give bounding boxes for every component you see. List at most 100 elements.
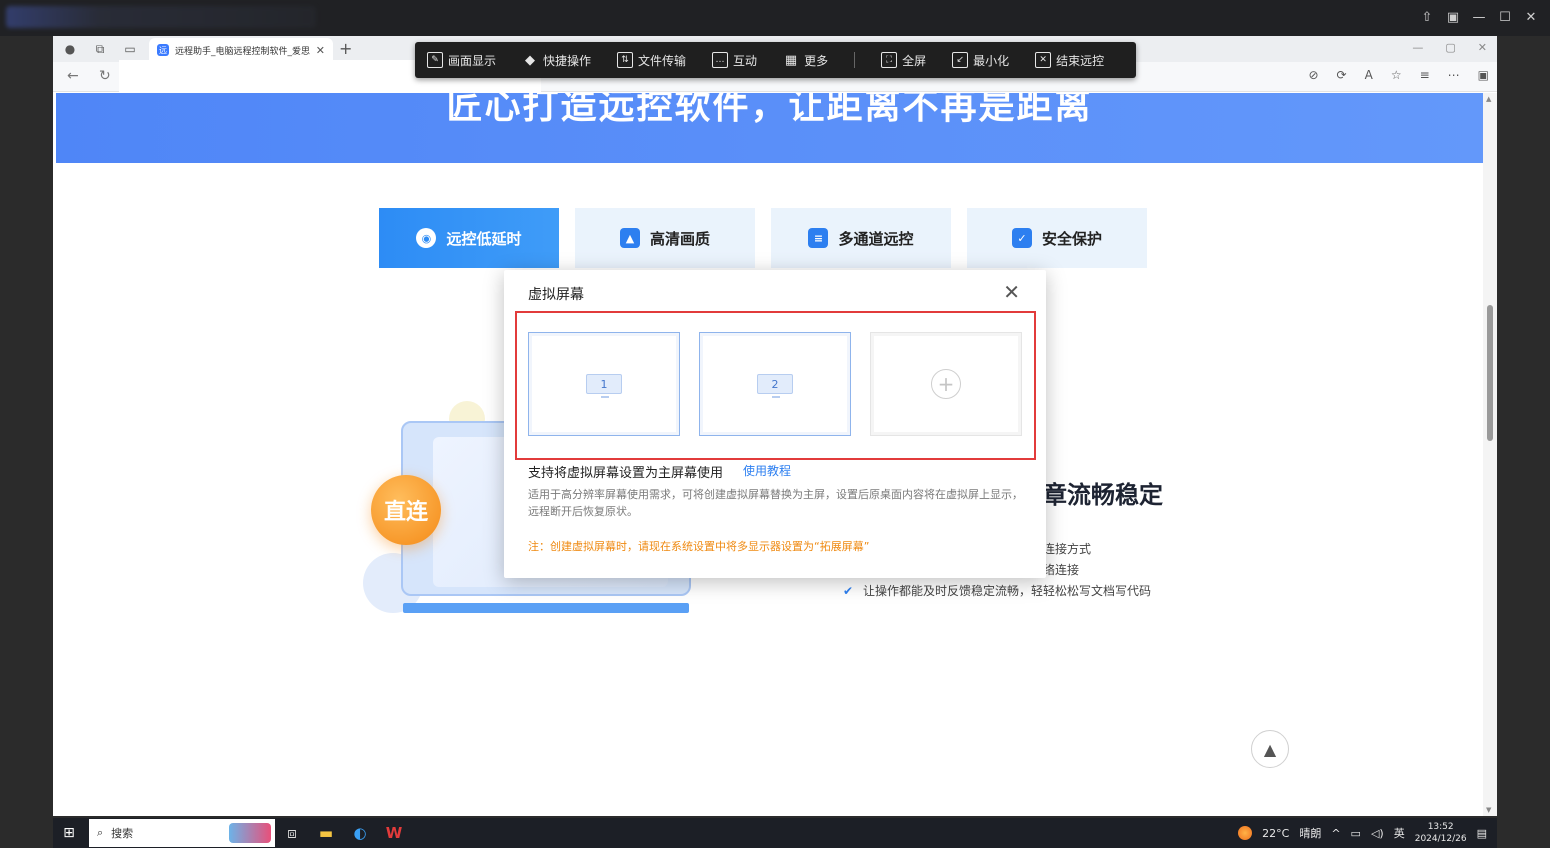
hero-title: 匠心打造远控软件，让距离不再是距离 xyxy=(446,93,1093,127)
weather-temp: 22°C xyxy=(1262,826,1290,840)
ime-indicator[interactable]: 英 xyxy=(1394,825,1405,841)
grid-icon: ▦ xyxy=(784,52,798,68)
feature-tab-label: 安全保护 xyxy=(1041,229,1102,248)
remote-window-controls: ⇧ ▣ — ☐ ✕ xyxy=(1418,8,1540,26)
more-menu-icon[interactable]: ⋯ xyxy=(1448,68,1460,82)
shortcut-icon: ◆ xyxy=(525,52,536,68)
check-icon: ✔ xyxy=(843,584,854,598)
browser-restore-icon[interactable]: ▢ xyxy=(1445,41,1455,54)
feature-tab-label: 远控低延时 xyxy=(446,229,522,248)
add-virtual-screen-button[interactable]: + xyxy=(870,332,1022,436)
dialog-main-text: 支持将虚拟屏幕设置为主屏幕使用 xyxy=(528,466,724,481)
remote-window-titlebar: ⇧ ▣ — ☐ ✕ xyxy=(0,0,1550,36)
server-stack-icon: ≡ xyxy=(808,228,829,248)
tab-favicon: 远 xyxy=(157,44,169,56)
network-icon[interactable]: ▭ xyxy=(1351,827,1361,840)
chat-icon: … xyxy=(712,52,729,68)
refresh-icon[interactable]: ↻ xyxy=(99,68,111,84)
toolbar-file-transfer-button[interactable]: ⇅ 文件传输 xyxy=(617,52,686,69)
minimize-icon[interactable]: — xyxy=(1470,8,1488,26)
notification-icon[interactable]: ▤ xyxy=(1477,827,1487,840)
close-box-icon: ✕ xyxy=(1035,52,1052,68)
remote-control-toolbar: ✎ 画面显示 ◆ 快捷操作 ⇅ 文件传输 … 互动 ▦ 更多 ⛶ 全屏 ↙ 最小化 ✕ 结束远控 xyxy=(415,42,1136,78)
dialog-note: 注：创建虚拟屏幕时，请现在系统设置中将多显示器设置为“拓展屏幕” xyxy=(528,540,870,553)
toolbar-separator xyxy=(854,52,856,68)
new-tab-icon[interactable]: + xyxy=(339,39,352,58)
dialog-main-row: 支持将虚拟屏幕设置为主屏幕使用 使用教程 xyxy=(528,462,791,481)
monitor-icon: 2 xyxy=(757,374,793,398)
favorites-list-icon[interactable]: ≡ xyxy=(1420,68,1430,82)
wps-office-icon[interactable]: W xyxy=(377,818,411,848)
back-to-top-button[interactable]: ▲ xyxy=(1251,730,1289,768)
read-aloud-icon[interactable]: A xyxy=(1365,68,1373,82)
tracking-prevention-icon[interactable]: ⊘ xyxy=(1308,68,1318,82)
task-view-icon[interactable]: ⧈ xyxy=(275,818,309,848)
edge-browser-icon[interactable]: ◐ xyxy=(343,818,377,848)
weather-sun-icon xyxy=(1238,826,1253,840)
close-icon[interactable]: ✕ xyxy=(1522,8,1540,26)
feature-tabs: ◉ 远控低延时 ▲ 高清画质 ≡ 多通道远控 ✓ 安全保护 xyxy=(379,208,1147,268)
feature-tab-hd[interactable]: ▲ 高清画质 xyxy=(575,208,755,268)
speed-icon: ◉ xyxy=(416,228,437,248)
scroll-down-icon[interactable]: ▼ xyxy=(1486,806,1491,814)
pin-icon[interactable]: ⇧ xyxy=(1418,8,1436,26)
maximize-icon[interactable]: ☐ xyxy=(1496,8,1514,26)
scroll-up-icon[interactable]: ▲ xyxy=(1486,95,1491,103)
tutorial-link[interactable]: 使用教程 xyxy=(743,462,791,481)
dialog-title: 虚拟屏幕 xyxy=(528,287,584,303)
page-scrollbar[interactable]: ▲ ▼ xyxy=(1483,93,1497,816)
feature-tab-security[interactable]: ✓ 安全保护 xyxy=(967,208,1147,268)
monitor-icon: 1 xyxy=(586,374,622,398)
laptop-base xyxy=(403,603,689,613)
bullet-item: ✔ 让操作都能及时反馈稳定流畅，轻轻松松写文档写代码 xyxy=(843,581,1151,602)
tab-title: 远程助手_电脑远程控制软件_爱思 xyxy=(175,46,310,57)
back-arrow-icon[interactable]: ← xyxy=(67,68,79,84)
toolbar-interact-button[interactable]: … 互动 xyxy=(712,52,757,69)
tab-close-icon[interactable]: ✕ xyxy=(316,44,325,57)
tab-actions-icon[interactable]: ▭ xyxy=(121,40,139,58)
feature-tab-multichannel[interactable]: ≡ 多通道远控 xyxy=(771,208,951,268)
remote-session-title-blurred xyxy=(6,6,316,28)
system-tray: 22°C 晴朗 ^ ▭ ◁) 英 13:52 2024/12/26 ▤ xyxy=(1238,818,1497,848)
file-explorer-icon[interactable]: ▬ xyxy=(309,818,343,848)
address-bar-actions: ⊘ ⟳ A ☆ ≡ ⋯ ▣ xyxy=(1308,68,1489,82)
toolbar-shortcut-button[interactable]: ◆ 快捷操作 xyxy=(522,52,591,69)
dialog-description: 适用于高分辨率屏幕使用需求，可将创建虚拟屏幕替换为主屏，设置后原桌面内容将在虚拟… xyxy=(528,488,1023,518)
volume-icon[interactable]: ◁) xyxy=(1371,827,1384,840)
shield-check-icon: ✓ xyxy=(1011,228,1032,248)
toolbar-display-button[interactable]: ✎ 画面显示 xyxy=(427,52,496,69)
feature-tab-label: 高清画质 xyxy=(649,229,710,248)
browser-window-controls: — ▢ ✕ xyxy=(1412,41,1487,54)
tray-chevron-icon[interactable]: ^ xyxy=(1331,827,1340,840)
toolbar-minimize-button[interactable]: ↙ 最小化 xyxy=(952,52,1009,69)
restore-view-icon[interactable]: ▣ xyxy=(1444,8,1462,26)
scrollbar-thumb[interactable] xyxy=(1487,305,1493,441)
toolbar-more-button[interactable]: ▦ 更多 xyxy=(783,52,828,69)
windows-taskbar: ⊞ ⌕ 搜索 ⧈ ▬ ◐ W 22°C 晴朗 ^ ▭ ◁) 英 13:52 20… xyxy=(53,818,1497,848)
sidebar-toggle-icon[interactable]: ▣ xyxy=(1478,68,1489,82)
display-icon: ✎ xyxy=(427,52,443,68)
toolbar-end-remote-button[interactable]: ✕ 结束远控 xyxy=(1035,52,1104,69)
browser-close-icon[interactable]: ✕ xyxy=(1478,41,1487,54)
favorite-star-icon[interactable]: ☆ xyxy=(1391,68,1402,82)
feature-tab-low-latency[interactable]: ◉ 远控低延时 xyxy=(379,208,559,268)
windows-start-icon[interactable]: ⊞ xyxy=(53,818,85,848)
feature-heading: 章流畅稳定 xyxy=(1043,481,1163,509)
virtual-screen-card-2[interactable]: 2 xyxy=(699,332,851,436)
plus-icon: + xyxy=(931,369,961,399)
arrow-up-icon: ▲ xyxy=(1263,739,1277,759)
minimize-icon: ↙ xyxy=(952,52,969,68)
dialog-close-icon[interactable]: ✕ xyxy=(1003,280,1020,304)
file-transfer-icon: ⇅ xyxy=(617,52,634,68)
browser-minimize-icon[interactable]: — xyxy=(1412,41,1423,54)
toolbar-fullscreen-button[interactable]: ⛶ 全屏 xyxy=(881,52,926,69)
taskbar-search-placeholder: 搜索 xyxy=(111,827,134,840)
virtual-screen-card-1[interactable]: 1 xyxy=(528,332,680,436)
profile-icon[interactable]: ● xyxy=(61,40,79,58)
collections-icon[interactable]: ⧉ xyxy=(91,40,109,58)
taskbar-search[interactable]: ⌕ 搜索 xyxy=(89,819,275,847)
fullscreen-icon: ⛶ xyxy=(881,52,898,68)
sync-icon[interactable]: ⟳ xyxy=(1337,68,1347,82)
browser-tab-active[interactable]: 远 远程助手_电脑远程控制软件_爱思 ✕ xyxy=(149,38,333,62)
taskbar-clock[interactable]: 13:52 2024/12/26 xyxy=(1415,821,1467,845)
